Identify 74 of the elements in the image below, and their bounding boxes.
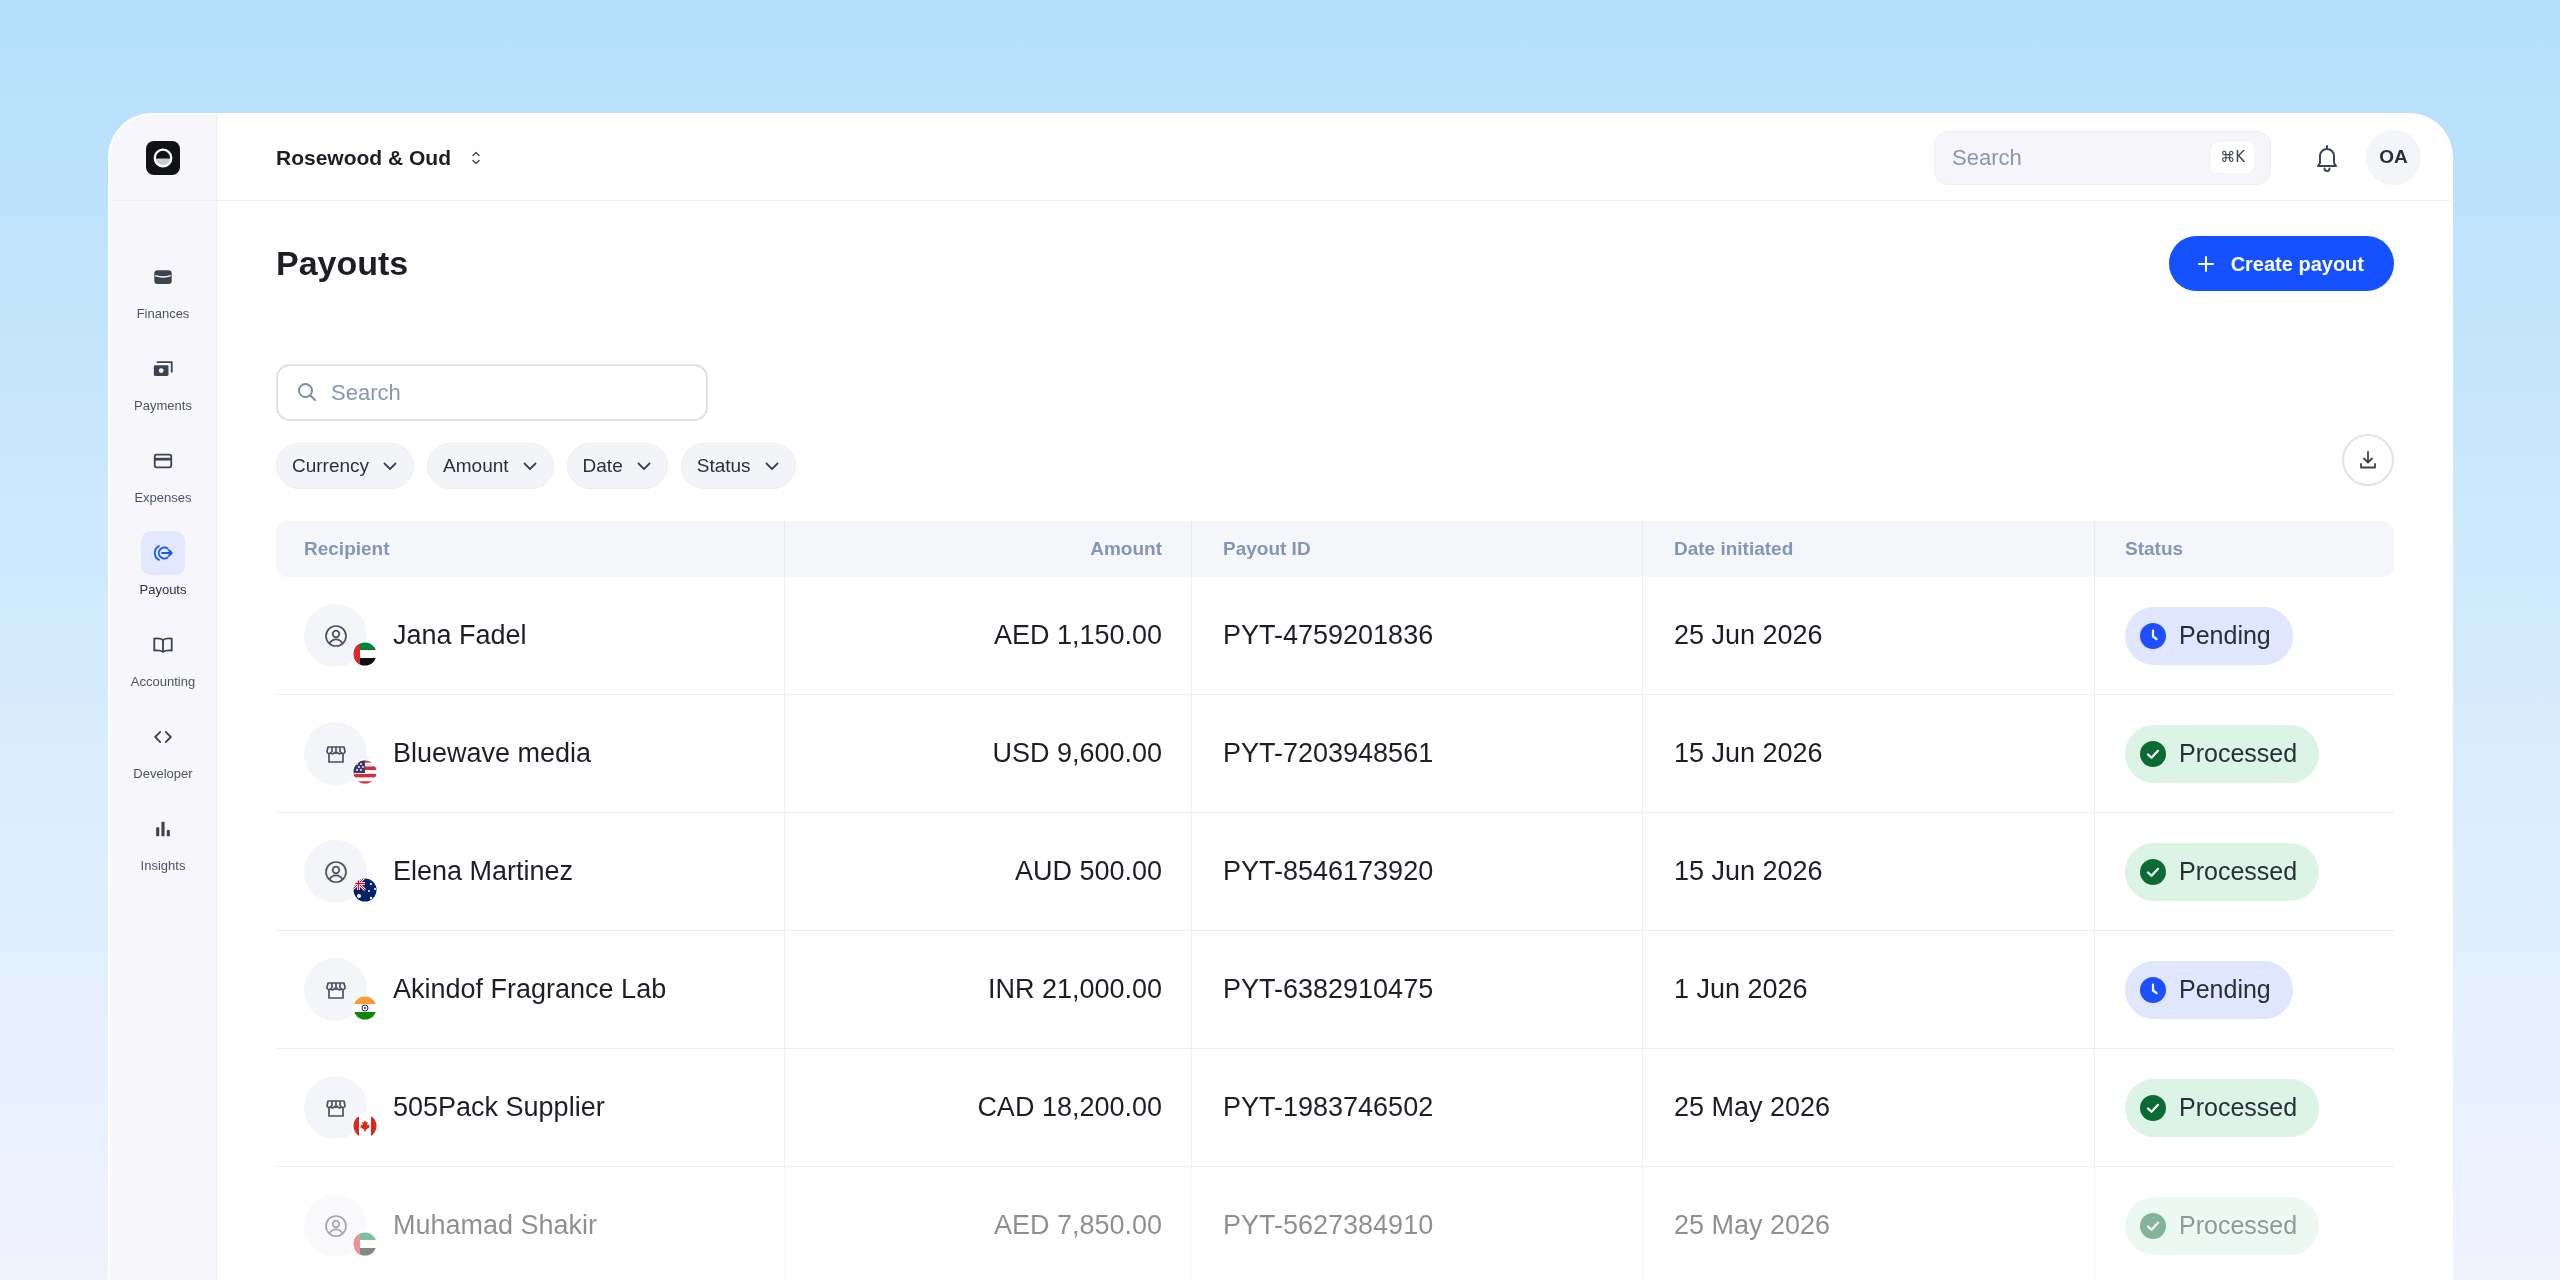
sidebar-item[interactable]: Expenses	[134, 439, 192, 506]
table-cell: PYT-4759201836	[1192, 577, 1643, 694]
column-header: Recipient	[276, 521, 785, 577]
status-text: Pending	[2179, 619, 2271, 651]
sidebar-item[interactable]: Payments	[134, 347, 192, 414]
page-title: Payouts	[276, 243, 409, 284]
recipient-name: Akindof Fragrance Lab	[393, 973, 667, 1007]
check-circle-icon	[2140, 1094, 2166, 1121]
book-icon	[152, 634, 174, 656]
filter-dropdown[interactable]: Status	[680, 443, 796, 489]
table-cell: 15 Jun 2026	[1643, 813, 2095, 930]
logo-icon	[146, 140, 180, 175]
column-header: Amount	[785, 521, 1192, 577]
recipient-name: 505Pack Supplier	[393, 1091, 605, 1125]
chevron-down-icon	[522, 461, 537, 471]
clock-icon	[2140, 622, 2166, 649]
table-cell: 15 Jun 2026	[1643, 695, 2095, 812]
table-cell: AED 1,150.00	[785, 577, 1192, 694]
recipient-name: Jana Fadel	[393, 619, 527, 653]
recipient-name: Bluewave media	[393, 737, 592, 771]
sidebar-item[interactable]: Accounting	[130, 623, 196, 690]
status-text: Processed	[2179, 1209, 2298, 1241]
circle-arrow-icon	[152, 542, 174, 564]
clock-icon	[2140, 976, 2166, 1003]
bell-icon[interactable]	[2315, 143, 2339, 172]
filter-dropdown[interactable]: Currency	[276, 443, 415, 489]
chevrons-up-down-icon	[471, 149, 481, 166]
chevron-down-icon	[764, 461, 779, 471]
column-header: Date initiated	[1643, 521, 2095, 577]
table-cell: AED 7,850.00	[785, 1167, 1192, 1280]
person-icon	[323, 623, 348, 648]
create-payout-button[interactable]: Create payout	[2168, 236, 2394, 291]
table-cell: PYT-6382910475	[1192, 931, 1643, 1048]
table-cell: 25 Jun 2026	[1643, 577, 2095, 694]
status-text: Processed	[2179, 855, 2298, 887]
filter-dropdown[interactable]: Amount	[427, 443, 554, 489]
column-header: Payout ID	[1192, 521, 1643, 577]
shortcut-key: ⌘K	[2211, 141, 2254, 173]
column-header: Status	[2124, 536, 2185, 561]
filter-dropdown[interactable]: Date	[566, 443, 668, 489]
status-text: Processed	[2179, 737, 2298, 769]
check-circle-icon	[2140, 740, 2166, 767]
sidebar-item[interactable]: Developer	[133, 715, 193, 782]
plus-icon	[2196, 254, 2215, 273]
table-cell: 25 May 2026	[1643, 1167, 2095, 1280]
table-cell: PYT-7203948561	[1192, 695, 1643, 812]
download-button[interactable]	[2342, 434, 2394, 486]
table-cell: CAD 18,200.00	[785, 1049, 1192, 1166]
chevron-down-icon	[383, 461, 398, 471]
sidebar-item[interactable]: Insights	[140, 807, 186, 874]
person-icon	[323, 1213, 348, 1238]
check-circle-icon	[2140, 1212, 2166, 1239]
table-cell: INR 21,000.00	[785, 931, 1192, 1048]
table-cell: PYT-8546173920	[1192, 813, 1643, 930]
flag-icon	[352, 1231, 378, 1257]
user-avatar[interactable]: OA	[2366, 130, 2421, 185]
download-icon	[2358, 450, 2378, 470]
table-cell: 1 Jun 2026	[1643, 931, 2095, 1048]
status-text: Processed	[2179, 1091, 2298, 1123]
table-cell: PYT-5627384910	[1192, 1167, 1643, 1280]
search-field[interactable]: Search	[276, 364, 708, 421]
recipient-name: Elena Martinez	[393, 855, 574, 889]
workspace-switcher[interactable]: Rosewood & Oud	[276, 141, 481, 174]
person-icon	[323, 859, 348, 884]
chevron-down-icon	[636, 461, 651, 471]
check-circle-icon	[2140, 858, 2166, 885]
recipient-name: Muhamad Shakir	[393, 1209, 598, 1243]
table-cell: AUD 500.00	[785, 813, 1192, 930]
status-text: Pending	[2179, 973, 2271, 1005]
table-cell: PYT-1983746502	[1192, 1049, 1643, 1166]
table-cell: 25 May 2026	[1643, 1049, 2095, 1166]
table-cell: USD 9,600.00	[785, 695, 1192, 812]
sidebar-item[interactable]: Finances	[136, 255, 190, 322]
search-icon	[297, 382, 317, 402]
